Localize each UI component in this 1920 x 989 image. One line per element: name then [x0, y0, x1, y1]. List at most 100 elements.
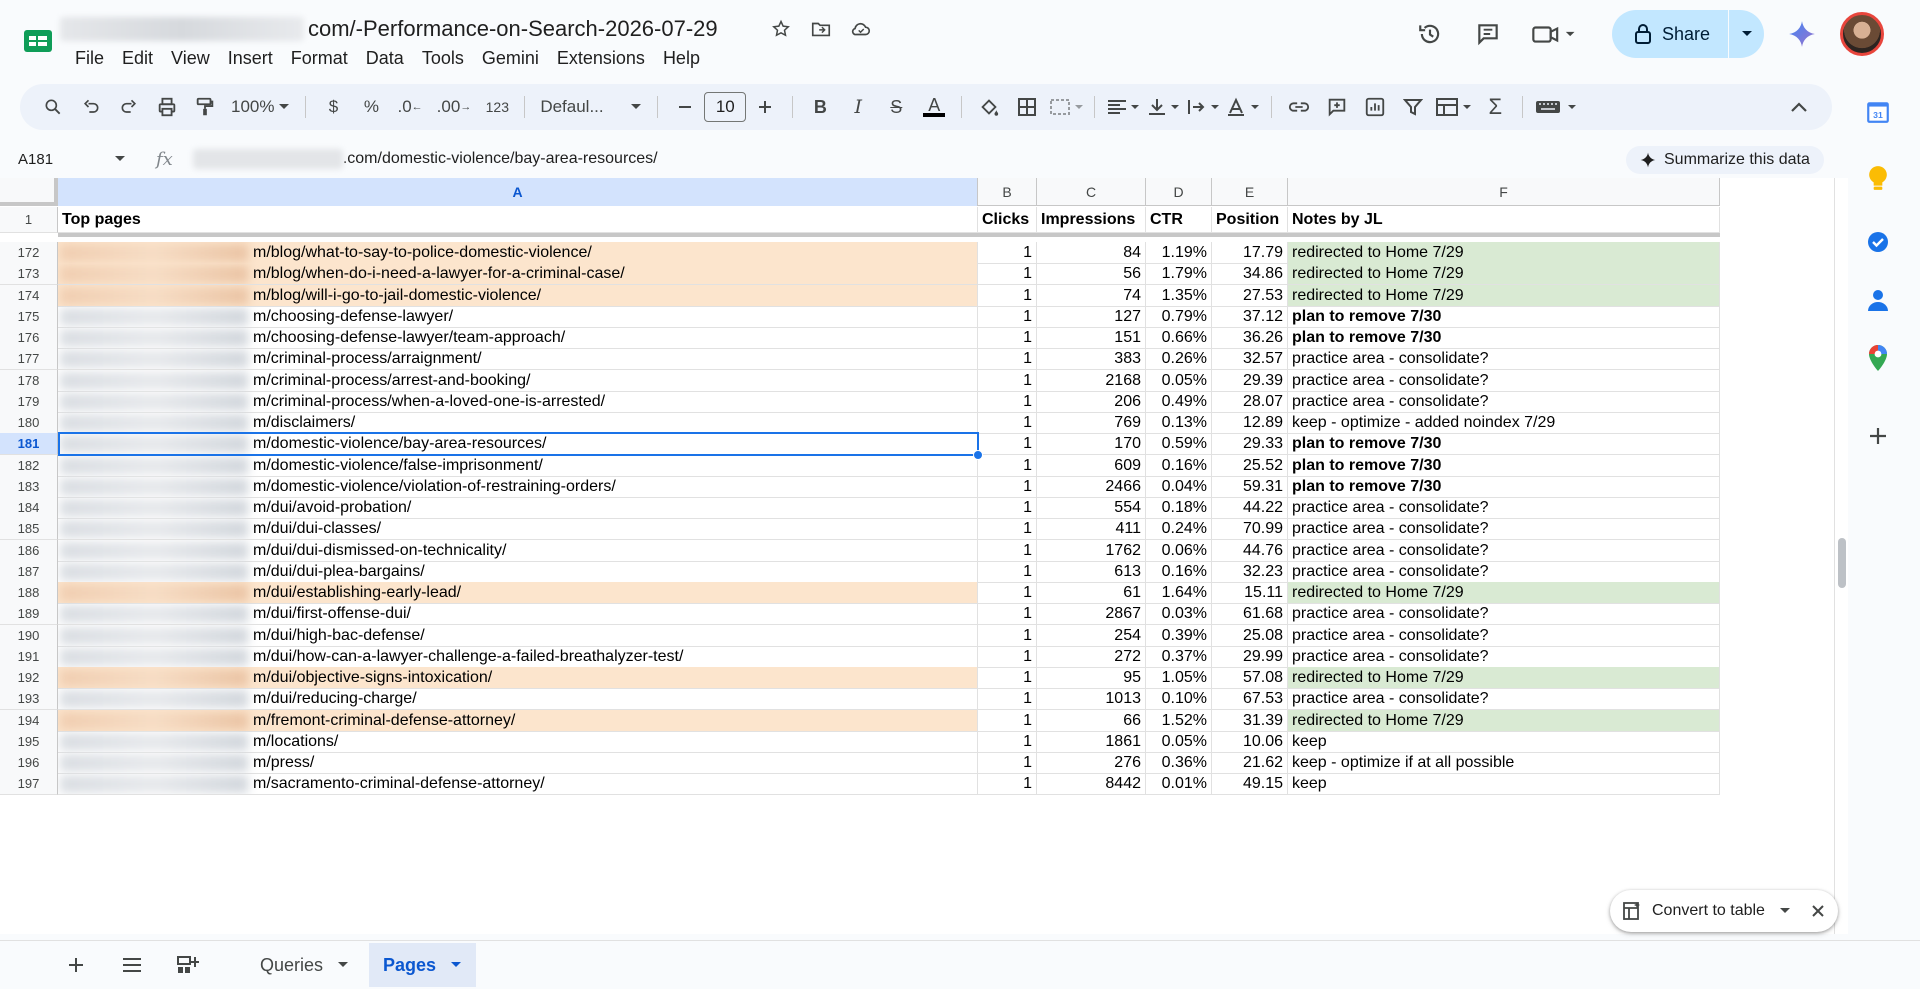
convert-to-table-label[interactable]: Convert to table [1652, 902, 1765, 920]
clicks-cell[interactable]: 1 [978, 412, 1037, 434]
note-cell[interactable]: practice area - consolidate? [1288, 603, 1720, 626]
position-cell[interactable]: 57.08 [1212, 667, 1288, 689]
position-cell[interactable]: 31.39 [1212, 709, 1288, 732]
impressions-cell[interactable]: 2867 [1037, 603, 1146, 626]
share-main[interactable]: Share [1612, 10, 1728, 58]
row-number[interactable]: 189 [0, 603, 58, 626]
ctr-cell[interactable]: 0.39% [1146, 624, 1212, 647]
document-title[interactable]: com/-Performance-on-Search-2026-07-29 [60, 14, 718, 44]
note-cell[interactable]: plan to remove 7/30 [1288, 475, 1720, 498]
row-number[interactable]: 190 [0, 624, 58, 647]
note-cell[interactable]: keep - optimize if at all possible [1288, 752, 1720, 774]
position-cell[interactable]: 25.52 [1212, 454, 1288, 477]
share-dropdown-button[interactable] [1728, 10, 1764, 58]
ctr-cell[interactable]: 1.05% [1146, 667, 1212, 689]
menu-tools[interactable]: Tools [413, 46, 473, 70]
bold-icon[interactable]: B [804, 91, 836, 123]
position-cell[interactable]: 32.57 [1212, 348, 1288, 371]
row-number[interactable]: 187 [0, 560, 58, 583]
ctr-cell[interactable]: 0.16% [1146, 560, 1212, 583]
impressions-cell[interactable]: 276 [1037, 752, 1146, 774]
increase-font-size-icon[interactable] [749, 91, 781, 123]
note-cell[interactable]: practice area - consolidate? [1288, 624, 1720, 647]
ctr-cell[interactable]: 1.64% [1146, 582, 1212, 604]
row-number[interactable]: 192 [0, 667, 58, 689]
ctr-cell[interactable]: 0.06% [1146, 539, 1212, 562]
clicks-cell[interactable]: 1 [978, 327, 1037, 349]
header-cell[interactable]: Notes by JL [1288, 207, 1720, 233]
cloud-saved-icon[interactable] [848, 16, 874, 42]
functions-icon[interactable]: Σ [1479, 91, 1511, 123]
position-cell[interactable]: 67.53 [1212, 688, 1288, 711]
impressions-cell[interactable]: 554 [1037, 497, 1146, 519]
spreadsheet-grid[interactable]: ABCDEF 1 Top pages Clicks Impressions CTR Pos… [0, 178, 1840, 934]
close-icon[interactable] [1811, 904, 1825, 918]
note-cell[interactable]: practice area - consolidate? [1288, 539, 1720, 562]
row-number[interactable]: 182 [0, 454, 58, 477]
row-number[interactable]: 181 [0, 433, 58, 456]
url-cell[interactable]: m/choosing-defense-lawyer/team-approach/ [58, 327, 978, 349]
clicks-cell[interactable]: 1 [978, 242, 1037, 264]
menu-extensions[interactable]: Extensions [548, 46, 654, 70]
format-percent-button[interactable]: % [355, 91, 387, 123]
meet-video-icon[interactable] [1526, 14, 1584, 54]
row-number[interactable]: 196 [0, 752, 58, 774]
clicks-cell[interactable]: 1 [978, 454, 1037, 477]
clicks-cell[interactable]: 1 [978, 773, 1037, 796]
position-cell[interactable]: 29.39 [1212, 369, 1288, 392]
clicks-cell[interactable]: 1 [978, 688, 1037, 711]
row-number[interactable]: 180 [0, 412, 58, 434]
clicks-cell[interactable]: 1 [978, 709, 1037, 732]
menu-format[interactable]: Format [282, 46, 357, 70]
position-cell[interactable]: 27.53 [1212, 284, 1288, 307]
note-cell[interactable]: plan to remove 7/30 [1288, 327, 1720, 349]
ctr-cell[interactable]: 0.18% [1146, 497, 1212, 519]
header-cell[interactable]: Impressions [1037, 207, 1146, 233]
position-cell[interactable]: 70.99 [1212, 518, 1288, 541]
text-color-icon[interactable]: A [918, 91, 950, 123]
column-header-e[interactable]: E [1212, 178, 1288, 206]
decrease-font-size-icon[interactable] [669, 91, 701, 123]
formula-input[interactable]: .com/domestic-violence/bay-area-resource… [343, 150, 658, 168]
convert-to-table-chip[interactable]: Convert to table [1610, 890, 1838, 932]
note-cell[interactable]: practice area - consolidate? [1288, 369, 1720, 392]
header-cell[interactable]: CTR [1146, 207, 1212, 233]
position-cell[interactable]: 44.76 [1212, 539, 1288, 562]
note-cell[interactable]: redirected to Home 7/29 [1288, 284, 1720, 307]
ctr-cell[interactable]: 0.26% [1146, 348, 1212, 371]
ctr-cell[interactable]: 0.59% [1146, 433, 1212, 456]
vertical-align-icon[interactable] [1146, 91, 1180, 123]
url-cell[interactable]: m/choosing-defense-lawyer/ [58, 305, 978, 328]
clicks-cell[interactable]: 1 [978, 539, 1037, 562]
document-title-text[interactable]: com/-Performance-on-Search-2026-07-29 [308, 16, 718, 42]
menu-gemini[interactable]: Gemini [473, 46, 548, 70]
chevron-down-icon[interactable] [337, 961, 349, 969]
row-number[interactable]: 178 [0, 369, 58, 392]
chevron-down-icon[interactable] [1779, 907, 1791, 915]
borders-icon[interactable] [1011, 91, 1043, 123]
impressions-cell[interactable]: 151 [1037, 327, 1146, 349]
move-folder-icon[interactable] [808, 16, 834, 42]
italic-icon[interactable]: I [842, 91, 874, 123]
impressions-cell[interactable]: 1762 [1037, 539, 1146, 562]
position-cell[interactable]: 36.26 [1212, 327, 1288, 349]
note-cell[interactable]: redirected to Home 7/29 [1288, 582, 1720, 604]
comments-icon[interactable] [1468, 14, 1508, 54]
merge-cells-icon[interactable] [1049, 91, 1084, 123]
clicks-cell[interactable]: 1 [978, 752, 1037, 774]
contacts-icon[interactable] [1860, 282, 1896, 318]
note-cell[interactable]: plan to remove 7/30 [1288, 305, 1720, 328]
ctr-cell[interactable]: 1.19% [1146, 242, 1212, 264]
increase-decimal-button[interactable]: .00 → [433, 91, 476, 123]
impressions-cell[interactable]: 61 [1037, 582, 1146, 604]
filter-views-icon[interactable] [1435, 91, 1473, 123]
ctr-cell[interactable]: 1.52% [1146, 709, 1212, 732]
position-cell[interactable]: 59.31 [1212, 475, 1288, 498]
url-cell[interactable]: m/press/ [58, 752, 978, 774]
undo-icon[interactable] [75, 91, 107, 123]
row-number[interactable]: 191 [0, 645, 58, 668]
position-cell[interactable]: 32.23 [1212, 560, 1288, 583]
note-cell[interactable]: practice area - consolidate? [1288, 390, 1720, 413]
menu-edit[interactable]: Edit [113, 46, 162, 70]
url-cell[interactable]: m/domestic-violence/violation-of-restrai… [58, 475, 978, 498]
